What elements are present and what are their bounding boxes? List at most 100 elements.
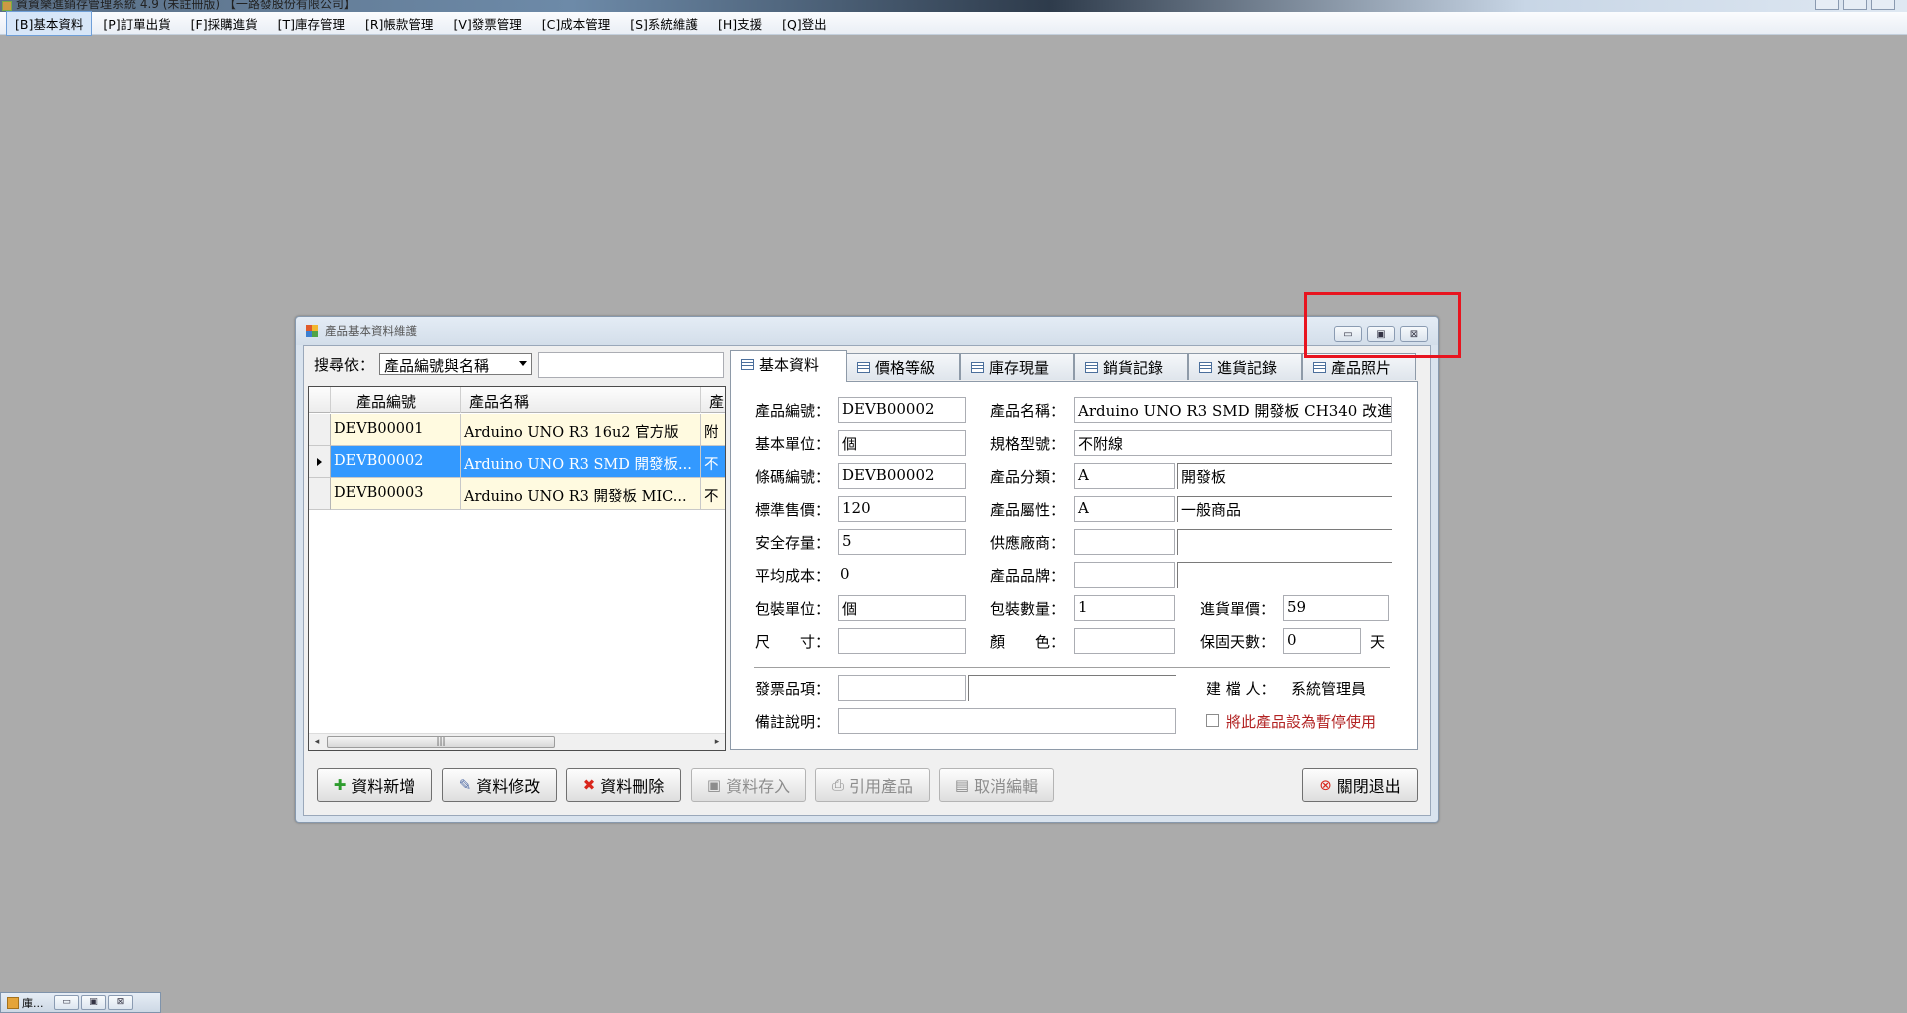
close-button-label: 關閉退出 <box>1336 777 1401 796</box>
barcode-field[interactable]: DEVB00002 <box>838 463 966 489</box>
cell-code: DEVB00002 <box>331 446 461 478</box>
pack-qty-field[interactable]: 1 <box>1074 595 1175 621</box>
scroll-left-icon[interactable]: ◂ <box>311 736 323 748</box>
grid-corner <box>309 387 331 413</box>
annotation-highlight <box>1304 292 1461 358</box>
edit-button[interactable]: ✎ 資料修改 <box>442 768 557 802</box>
std-price-field[interactable]: 120 <box>838 496 966 522</box>
delete-button[interactable]: ✖ 資料刪除 <box>566 768 681 802</box>
category-code-field[interactable]: A <box>1074 463 1175 489</box>
safety-stock-field[interactable]: 5 <box>838 529 966 555</box>
grid-col-extra[interactable]: 產 <box>701 387 725 413</box>
app-restore-button[interactable] <box>1843 0 1867 10</box>
menu-invoices[interactable]: [V]發票管理 <box>444 11 530 36</box>
attribute-name-field: 一般商品 <box>1177 496 1392 522</box>
menu-support[interactable]: [H]支援 <box>709 11 771 36</box>
table-row[interactable]: DEVB00001 Arduino UNO R3 16u2 官方版 附 <box>309 414 725 446</box>
creator-label: 建 檔 人： <box>1206 680 1276 698</box>
cell-extra: 附 <box>701 414 725 446</box>
app-close-button[interactable] <box>1871 0 1895 10</box>
product-code-label: 產品編號： <box>755 402 831 420</box>
form-divider <box>754 667 1390 668</box>
restore-up-icon[interactable]: ▭ <box>54 995 79 1010</box>
supplier-label: 供應廠商： <box>990 534 1066 552</box>
grid-col-code[interactable]: 產品編號 <box>331 387 461 413</box>
base-unit-field[interactable]: 個 <box>838 430 966 456</box>
avg-cost-label: 平均成本： <box>755 567 831 585</box>
attribute-code-field[interactable]: A <box>1074 496 1175 522</box>
cell-name: Arduino UNO R3 16u2 官方版 <box>461 414 701 446</box>
search-input[interactable] <box>538 352 724 378</box>
base-unit-label: 基本單位： <box>755 435 831 453</box>
menu-orders[interactable]: [P]訂單出貨 <box>94 11 179 36</box>
app-minimize-button[interactable] <box>1815 0 1839 10</box>
creator-value: 系統管理員 <box>1291 680 1367 698</box>
menu-bar: [B]基本資料 [P]訂單出貨 [F]採購進貨 [T]庫存管理 [R]帳款管理 … <box>0 10 1907 36</box>
row-header[interactable] <box>309 414 331 446</box>
table-row-selected[interactable]: DEVB00002 Arduino UNO R3 SMD 開發板... 不 <box>309 446 725 478</box>
cell-code: DEVB00003 <box>331 478 461 510</box>
spec-field[interactable]: 不附線 <box>1074 430 1392 456</box>
dialog-app-icon <box>306 325 318 337</box>
search-label: 搜尋依： <box>314 356 375 374</box>
brand-code-field[interactable] <box>1074 562 1175 588</box>
tab-stock[interactable]: 庫存現量 <box>960 353 1074 380</box>
warranty-unit: 天 <box>1370 633 1386 651</box>
menu-purchasing[interactable]: [F]採購進貨 <box>182 11 267 36</box>
save-button[interactable]: ▣ 資料存入 <box>691 768 806 802</box>
pack-unit-label: 包裝單位： <box>755 600 831 618</box>
add-button[interactable]: ✚ 資料新增 <box>317 768 432 802</box>
add-button-label: 資料新增 <box>351 777 416 796</box>
menu-basic-data[interactable]: [B]基本資料 <box>6 10 93 36</box>
product-code-field[interactable]: DEVB00002 <box>838 397 966 423</box>
remark-field[interactable] <box>838 708 1176 734</box>
purchase-price-field[interactable]: 59 <box>1283 595 1389 621</box>
maximize-icon[interactable]: ▣ <box>81 995 106 1010</box>
eraser-icon: ✎ <box>458 776 472 794</box>
pack-unit-field[interactable]: 個 <box>838 595 966 621</box>
suspend-checkbox[interactable] <box>1206 714 1219 727</box>
size-field[interactable] <box>838 628 966 654</box>
supplier-code-field[interactable] <box>1074 529 1175 555</box>
cell-code: DEVB00001 <box>331 414 461 446</box>
scroll-right-icon[interactable]: ▸ <box>711 736 723 748</box>
warranty-field[interactable]: 0 <box>1283 628 1361 654</box>
supplier-name-field <box>1177 529 1392 555</box>
minimized-window[interactable]: 庫... ▭ ▣ ⊠ <box>0 992 161 1013</box>
invoice-item-code-field[interactable] <box>838 675 966 701</box>
color-field[interactable] <box>1074 628 1175 654</box>
delete-button-label: 資料刪除 <box>600 777 665 796</box>
product-name-label: 產品名稱： <box>990 402 1066 420</box>
row-header[interactable] <box>309 446 331 478</box>
cancel-edit-button[interactable]: ▤ 取消編輯 <box>939 768 1054 802</box>
quote-product-button[interactable]: ⎙ 引用產品 <box>815 768 930 802</box>
tab-label: 進貨記錄 <box>1217 359 1278 377</box>
menu-cost[interactable]: [C]成本管理 <box>533 11 619 36</box>
barcode-label: 條碼編號： <box>755 468 831 486</box>
table-icon <box>1085 362 1098 373</box>
close-exit-button[interactable]: ⊗ 關閉退出 <box>1302 768 1418 802</box>
menu-inventory[interactable]: [T]庫存管理 <box>269 11 354 36</box>
grid-header: 產品編號 產品名稱 產 <box>309 387 725 413</box>
current-row-icon <box>317 458 322 466</box>
row-header[interactable] <box>309 478 331 510</box>
product-grid[interactable]: 產品編號 產品名稱 產 DEVB00001 Arduino UNO R3 16u… <box>308 386 726 751</box>
tab-purchase-records[interactable]: 進貨記錄 <box>1188 353 1302 380</box>
remark-label: 備註說明： <box>755 713 831 731</box>
table-row[interactable]: DEVB00003 Arduino UNO R3 開發板 MIC... 不 <box>309 478 725 510</box>
grid-col-name[interactable]: 產品名稱 <box>461 387 701 413</box>
menu-logout[interactable]: [Q]登出 <box>773 11 836 36</box>
window-icon <box>7 996 19 1009</box>
menu-system[interactable]: [S]系統維護 <box>621 11 707 36</box>
horizontal-scrollbar[interactable]: ◂ ||| ▸ <box>309 733 725 750</box>
search-mode-value: 產品編號與名稱 <box>384 357 490 375</box>
search-mode-select[interactable]: 產品編號與名稱 <box>379 353 532 375</box>
scroll-thumb[interactable]: ||| <box>327 736 555 748</box>
suspend-label[interactable]: 將此產品設為暫停使用 <box>1226 711 1376 732</box>
close-icon[interactable]: ⊠ <box>108 995 133 1010</box>
tab-basic-data[interactable]: 基本資料 <box>730 350 847 382</box>
menu-accounts[interactable]: [R]帳款管理 <box>356 11 442 36</box>
tab-sales-records[interactable]: 銷貨記錄 <box>1074 353 1188 380</box>
product-name-field[interactable]: Arduino UNO R3 SMD 開發板 CH340 改進版 <box>1074 397 1392 423</box>
tab-price-levels[interactable]: 價格等級 <box>846 353 960 380</box>
